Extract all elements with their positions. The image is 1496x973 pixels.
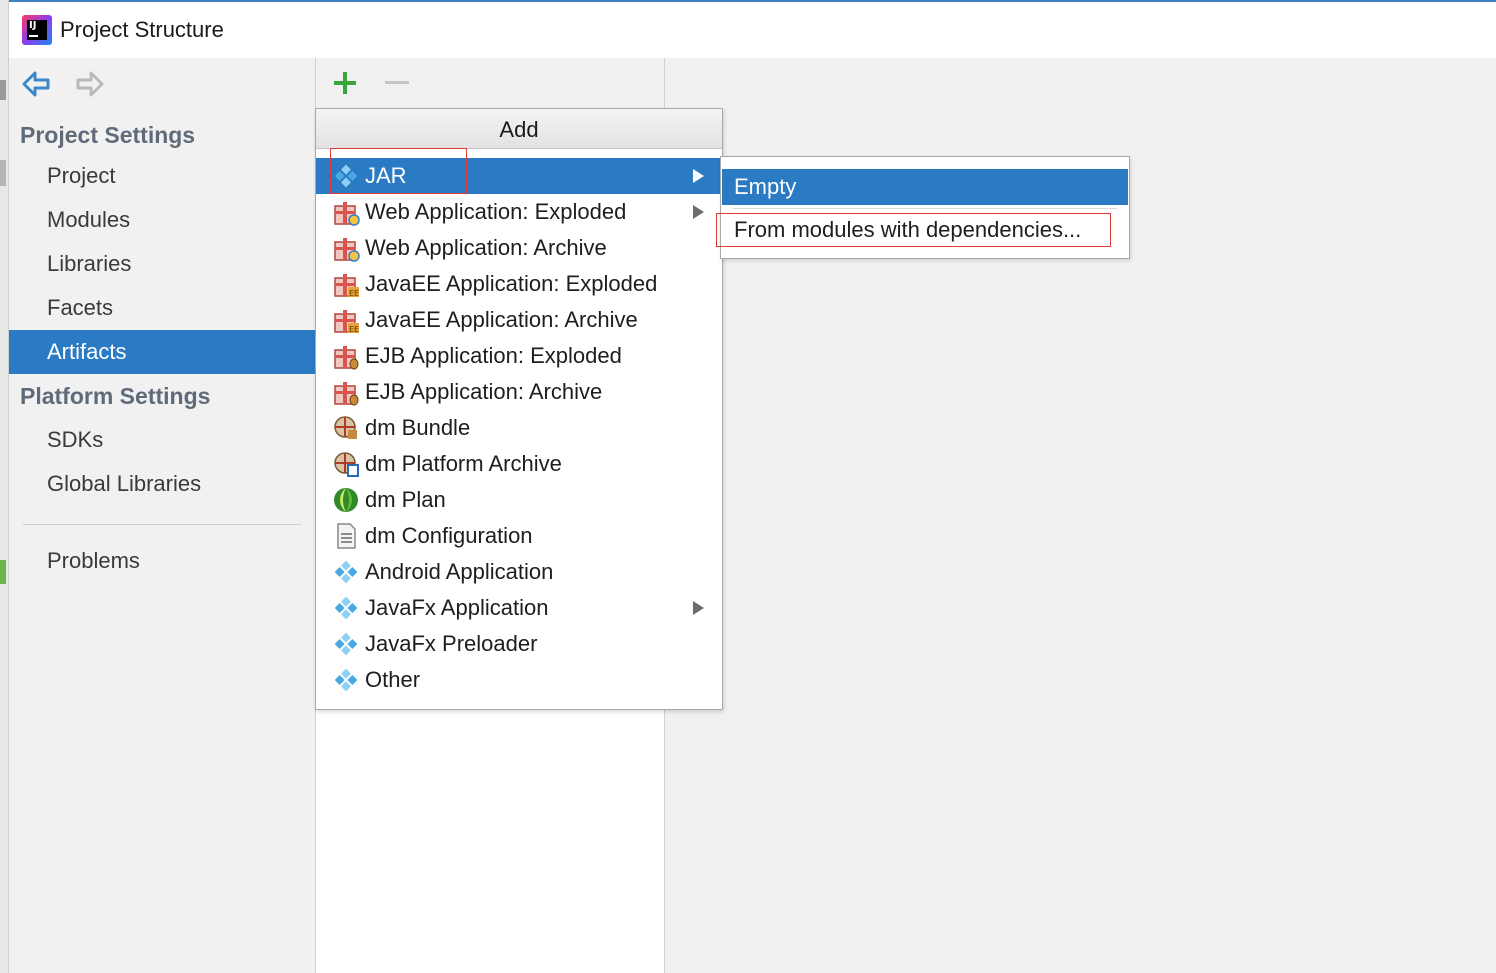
menu-item-dm-configuration[interactable]: dm Configuration bbox=[316, 518, 722, 554]
sidebar-item-problems[interactable]: Problems bbox=[9, 539, 315, 583]
menu-item-jar[interactable]: JAR bbox=[316, 148, 722, 194]
edge-mark bbox=[0, 560, 6, 584]
sidebar-item-project[interactable]: Project bbox=[9, 154, 315, 198]
remove-artifact-button[interactable] bbox=[382, 68, 412, 98]
menu-item-label: EJB Application: Archive bbox=[365, 379, 603, 404]
menu-item-label: dm Plan bbox=[365, 487, 446, 512]
add-artifact-popup: Add JAR Web Application: Exploded Web Ap… bbox=[315, 108, 723, 710]
jar-submenu: Empty From modules with dependencies... bbox=[716, 156, 1130, 259]
sidebar-item-libraries[interactable]: Libraries bbox=[9, 242, 315, 286]
submenu-arrow-icon bbox=[693, 601, 704, 615]
web-app-gift-icon bbox=[331, 233, 361, 263]
menu-item-web-app-archive[interactable]: Web Application: Archive bbox=[316, 230, 722, 266]
sidebar-item-artifacts[interactable]: Artifacts bbox=[9, 330, 315, 374]
javaee-gift-icon: EE bbox=[331, 269, 361, 299]
menu-item-web-app-exploded[interactable]: Web Application: Exploded bbox=[316, 194, 722, 230]
artifact-diamond-icon bbox=[331, 557, 361, 587]
artifact-diamond-icon bbox=[331, 629, 361, 659]
sidebar-item-sdks[interactable]: SDKs bbox=[9, 418, 315, 462]
popup-title: Add bbox=[316, 109, 722, 149]
svg-text:EE: EE bbox=[349, 325, 359, 334]
minus-icon bbox=[385, 81, 409, 84]
dm-plan-icon bbox=[331, 485, 361, 515]
artifact-diamond-icon bbox=[331, 161, 361, 191]
menu-item-ejb-exploded[interactable]: EJB Application: Exploded bbox=[316, 338, 722, 374]
window-title: Project Structure bbox=[60, 17, 224, 42]
artifact-diamond-icon bbox=[331, 665, 361, 695]
sidebar-item-modules[interactable]: Modules bbox=[9, 198, 315, 242]
dm-platform-icon bbox=[331, 449, 361, 479]
document-icon bbox=[331, 521, 361, 551]
menu-item-label: Web Application: Archive bbox=[365, 235, 607, 260]
submenu-item-from-modules[interactable]: From modules with dependencies... bbox=[722, 212, 1128, 248]
menu-item-label: dm Platform Archive bbox=[365, 451, 562, 476]
artifacts-toolbar bbox=[316, 58, 664, 108]
menu-item-label: dm Configuration bbox=[365, 523, 533, 548]
submenu-arrow-icon bbox=[693, 205, 704, 219]
artifact-type-list: JAR Web Application: Exploded Web Applic… bbox=[316, 148, 722, 698]
sidebar-item-global-libraries[interactable]: Global Libraries bbox=[9, 462, 315, 506]
menu-item-label: Web Application: Exploded bbox=[365, 199, 627, 224]
title-bar: IJ Project Structure bbox=[9, 0, 1496, 58]
platform-settings-header: Platform Settings bbox=[20, 383, 211, 409]
edge-mark bbox=[0, 80, 6, 100]
submenu-arrow-icon bbox=[693, 169, 704, 183]
menu-item-label: JavaEE Application: Exploded bbox=[365, 271, 658, 296]
menu-item-ejb-archive[interactable]: EJB Application: Archive bbox=[316, 374, 722, 410]
menu-item-javafx-application[interactable]: JavaFx Application bbox=[316, 590, 722, 626]
menu-item-javafx-preloader[interactable]: JavaFx Preloader bbox=[316, 626, 722, 662]
submenu-item-empty[interactable]: Empty bbox=[722, 169, 1128, 205]
settings-sidebar: Project Settings Project Modules Librari… bbox=[9, 58, 316, 973]
project-settings-header: Project Settings bbox=[20, 122, 196, 148]
add-artifact-button[interactable] bbox=[330, 68, 360, 98]
menu-item-other[interactable]: Other bbox=[316, 662, 722, 698]
intellij-logo-icon: IJ bbox=[22, 15, 52, 45]
menu-item-label: JAR bbox=[365, 163, 407, 188]
menu-item-label: JavaFx Preloader bbox=[365, 631, 538, 656]
menu-item-label: Other bbox=[365, 667, 421, 692]
menu-item-android-application[interactable]: Android Application bbox=[316, 554, 722, 590]
menu-item-dm-platform-archive[interactable]: dm Platform Archive bbox=[316, 446, 722, 482]
menu-item-javaee-archive[interactable]: EE JavaEE Application: Archive bbox=[316, 302, 722, 338]
artifact-diamond-icon bbox=[331, 593, 361, 623]
dm-bundle-icon bbox=[331, 413, 361, 443]
menu-item-label: JavaFx Application bbox=[365, 595, 549, 620]
navigation-bar bbox=[9, 58, 315, 110]
javaee-gift-icon: EE bbox=[331, 305, 361, 335]
menu-item-label: JavaEE Application: Archive bbox=[365, 307, 638, 332]
svg-text:EE: EE bbox=[349, 289, 359, 298]
submenu-divider bbox=[733, 208, 1117, 209]
web-app-gift-icon bbox=[331, 197, 361, 227]
menu-item-javaee-exploded[interactable]: EE JavaEE Application: Exploded bbox=[316, 266, 722, 302]
menu-item-label: Android Application bbox=[365, 559, 554, 584]
back-arrow-icon[interactable] bbox=[21, 69, 51, 99]
sidebar-divider bbox=[23, 524, 301, 525]
menu-item-dm-plan[interactable]: dm Plan bbox=[316, 482, 722, 518]
menu-item-label: EJB Application: Exploded bbox=[365, 343, 622, 368]
menu-item-dm-bundle[interactable]: dm Bundle bbox=[316, 410, 722, 446]
plus-icon bbox=[334, 72, 356, 94]
background-window-edge bbox=[0, 0, 9, 973]
sidebar-item-facets[interactable]: Facets bbox=[9, 286, 315, 330]
edge-mark bbox=[0, 160, 6, 186]
ejb-gift-icon bbox=[331, 341, 361, 371]
ejb-gift-icon bbox=[331, 377, 361, 407]
menu-item-label: dm Bundle bbox=[365, 415, 471, 440]
forward-arrow-icon[interactable] bbox=[75, 69, 105, 99]
